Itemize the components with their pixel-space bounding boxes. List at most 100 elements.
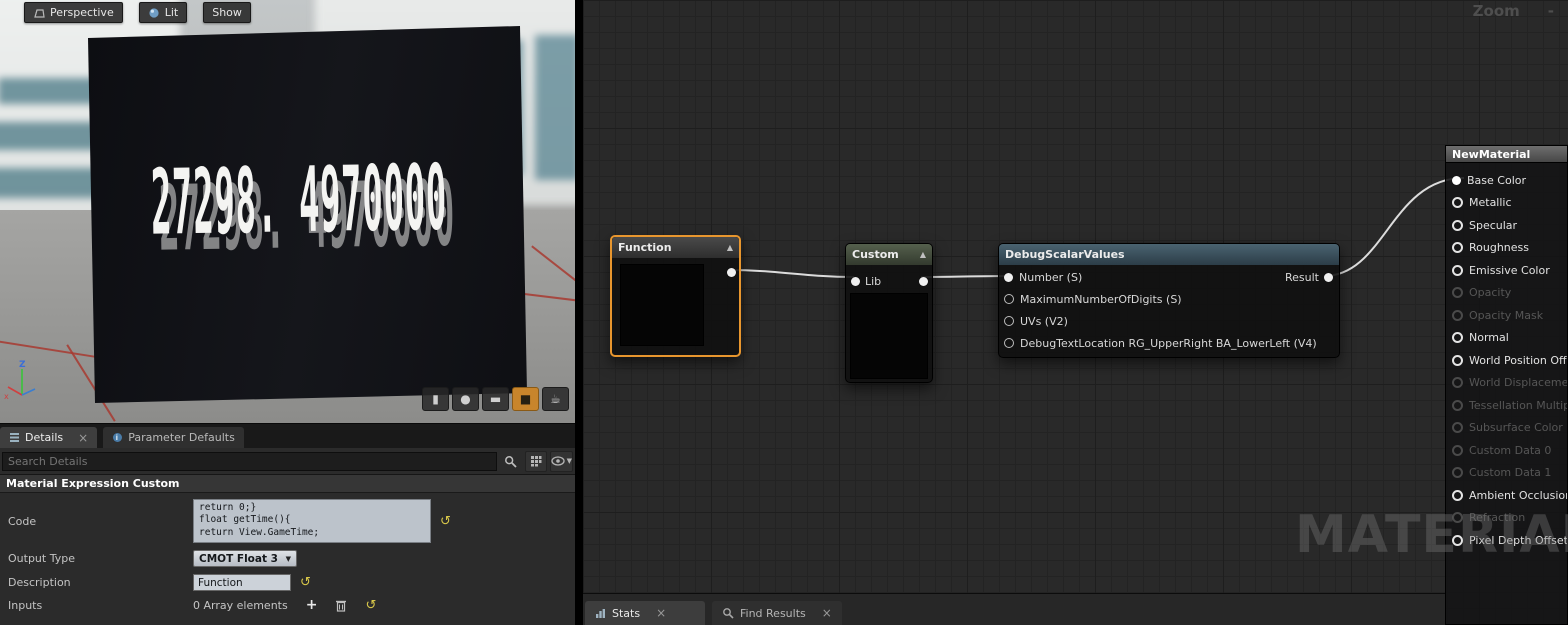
show-label: Show xyxy=(212,6,242,19)
preview-plane-button[interactable]: ▬ xyxy=(482,387,509,411)
pin-label: Emissive Color xyxy=(1469,263,1550,277)
preview-teapot-button[interactable]: ☕ xyxy=(542,387,569,411)
sphere-icon: ● xyxy=(460,392,471,406)
opacity-mask-pin xyxy=(1452,309,1463,321)
debug-node-header[interactable]: DebugScalarValues xyxy=(999,244,1339,265)
pin-row-emissive-color[interactable]: Emissive Color xyxy=(1446,259,1567,282)
function-node-header[interactable]: Function ▲ xyxy=(612,237,739,258)
code-value-box[interactable]: return 0;} float getTime(){ return View.… xyxy=(193,499,431,543)
tab-parameter-defaults[interactable]: i Parameter Defaults xyxy=(103,427,244,448)
pin-row-normal[interactable]: Normal xyxy=(1446,327,1567,350)
output-type-dropdown[interactable]: CMOT Float 3 ▼ xyxy=(193,550,297,567)
description-field[interactable] xyxy=(193,574,291,591)
debug-node-title: DebugScalarValues xyxy=(1005,248,1125,261)
pin-row-world-position-offset[interactable]: World Position Offset xyxy=(1446,349,1567,372)
pin-label: Custom Data 1 xyxy=(1469,466,1552,480)
find-results-tab-label: Find Results xyxy=(740,606,806,620)
custom-data-1-pin xyxy=(1452,467,1463,479)
collapse-arrow-icon[interactable]: ▲ xyxy=(727,243,733,252)
details-panel: Details × i Parameter Defaults ▼ Materia… xyxy=(0,423,575,625)
result-output-pin[interactable] xyxy=(1324,273,1333,282)
function-output-pin[interactable] xyxy=(727,268,736,277)
zoom-indicator: Zoom - xyxy=(1473,2,1554,20)
node-new-material[interactable]: NewMaterial Base Color Metallic Specular… xyxy=(1445,145,1568,625)
number-input-pin[interactable] xyxy=(1004,272,1013,282)
new-material-node-header[interactable]: NewMaterial xyxy=(1445,145,1568,163)
custom-lib-input-pin[interactable] xyxy=(851,276,860,286)
grid-view-button[interactable] xyxy=(524,450,547,472)
output-type-row: Output Type CMOT Float 3 ▼ xyxy=(0,550,575,567)
uvs-input-pin[interactable] xyxy=(1004,316,1014,326)
pin-row-specular[interactable]: Specular xyxy=(1446,214,1567,237)
number-pin-label: Number (S) xyxy=(1019,270,1083,284)
pin-row-roughness[interactable]: Roughness xyxy=(1446,237,1567,260)
preview-cylinder-button[interactable]: ▮ xyxy=(422,387,449,411)
material-editor-window: 27298. 4970000 27298. 4970000 Z x Perspe… xyxy=(0,0,1568,625)
reset-to-default-icon[interactable]: ↺ xyxy=(440,515,451,528)
view-options-button[interactable]: ▼ xyxy=(549,450,573,472)
reset-to-default-icon[interactable]: ↺ xyxy=(365,599,376,612)
pin-label: Opacity xyxy=(1469,286,1512,300)
specular-pin[interactable] xyxy=(1452,219,1463,231)
roughness-pin[interactable] xyxy=(1452,242,1463,254)
preview-mesh-buttons: ▮ ● ▬ ■ ☕ xyxy=(422,387,569,411)
stats-tab-label: Stats xyxy=(612,606,641,620)
world-position-offset-pin[interactable] xyxy=(1452,354,1463,366)
teapot-icon: ☕ xyxy=(550,392,561,406)
search-details-input[interactable] xyxy=(2,451,497,471)
axis-gizmo: Z x xyxy=(4,360,36,401)
debug-input-max-digits[interactable]: MaximumNumberOfDigits (S) xyxy=(999,288,1339,310)
custom-preview-thumbnail xyxy=(850,293,928,379)
viewport-toolbar: Perspective Lit Show xyxy=(24,2,251,23)
tab-find-results[interactable]: Find Results × xyxy=(712,601,842,625)
debug-input-text-location[interactable]: DebugTextLocation RG_UpperRight BA_Lower… xyxy=(999,332,1339,354)
debug-input-uvs[interactable]: UVs (V2) xyxy=(999,310,1339,332)
metallic-pin[interactable] xyxy=(1452,197,1463,209)
normal-pin[interactable] xyxy=(1452,332,1463,344)
close-icon[interactable]: × xyxy=(78,431,88,445)
custom-output-pin[interactable] xyxy=(919,276,928,286)
preview-sphere-button[interactable]: ● xyxy=(452,387,479,411)
tessellation-multiplier-pin xyxy=(1452,399,1463,411)
collapse-arrow-icon[interactable]: ▲ xyxy=(920,250,926,259)
details-search-row: ▼ xyxy=(0,448,575,474)
perspective-icon xyxy=(34,8,45,18)
details-tab-icon xyxy=(10,433,19,442)
emissive-color-pin[interactable] xyxy=(1452,264,1463,276)
debug-result-output[interactable]: Result xyxy=(1285,271,1333,284)
tab-details[interactable]: Details × xyxy=(0,427,98,448)
text-location-pin-label: DebugTextLocation RG_UpperRight BA_Lower… xyxy=(1020,336,1317,350)
base-color-pin[interactable] xyxy=(1452,175,1461,185)
close-icon[interactable]: × xyxy=(822,606,832,620)
show-button[interactable]: Show xyxy=(203,2,251,23)
pin-row-base-color[interactable]: Base Color xyxy=(1446,169,1567,192)
preview-cube-button[interactable]: ■ xyxy=(512,387,539,411)
lit-button[interactable]: Lit xyxy=(138,2,188,23)
reset-to-default-icon[interactable]: ↺ xyxy=(300,576,311,589)
close-icon[interactable]: × xyxy=(656,606,666,620)
pin-row-pixel-depth-offset[interactable]: Pixel Depth Offset xyxy=(1446,529,1567,552)
custom-node-title: Custom xyxy=(852,248,899,261)
add-element-button[interactable]: + xyxy=(306,598,318,612)
node-debug-scalar-values[interactable]: DebugScalarValues Number (S) MaximumNumb… xyxy=(998,243,1340,358)
search-icon[interactable] xyxy=(500,451,522,472)
preview-viewport[interactable]: 27298. 4970000 27298. 4970000 Z x Perspe… xyxy=(0,0,575,423)
ambient-occlusion-pin[interactable] xyxy=(1452,489,1463,501)
perspective-button[interactable]: Perspective xyxy=(24,2,123,23)
max-digits-input-pin[interactable] xyxy=(1004,294,1014,304)
custom-data-0-pin xyxy=(1452,444,1463,456)
material-graph-canvas[interactable]: Zoom - Function ▲ Custom ▲ Lib DebugScal… xyxy=(575,0,1568,625)
pin-row-metallic[interactable]: Metallic xyxy=(1446,192,1567,215)
svg-text:x: x xyxy=(4,392,9,401)
tab-stats[interactable]: Stats × xyxy=(585,601,705,625)
node-function[interactable]: Function ▲ xyxy=(610,235,741,357)
pin-row-opacity: Opacity xyxy=(1446,282,1567,305)
new-material-pin-list: Base Color Metallic Specular Roughness E… xyxy=(1445,163,1568,625)
node-custom[interactable]: Custom ▲ Lib xyxy=(845,243,933,383)
delete-elements-icon[interactable] xyxy=(335,599,347,612)
pin-row-ambient-occlusion[interactable]: Ambient Occlusion xyxy=(1446,484,1567,507)
pixel-depth-offset-pin[interactable] xyxy=(1452,534,1463,546)
pin-row-subsurface-color: Subsurface Color xyxy=(1446,417,1567,440)
custom-node-header[interactable]: Custom ▲ xyxy=(846,244,932,265)
text-location-input-pin[interactable] xyxy=(1004,338,1014,348)
